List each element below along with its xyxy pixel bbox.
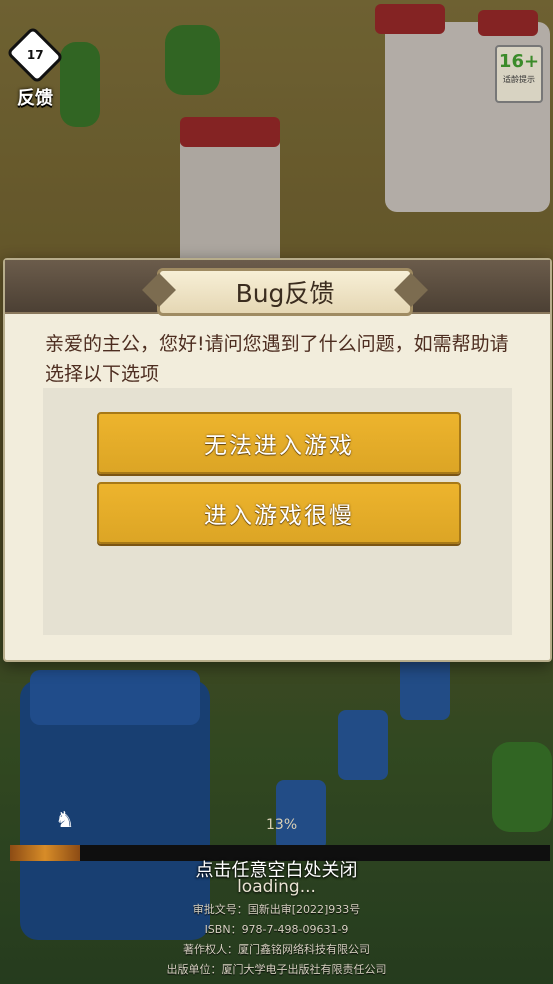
publisher: 出版单位：厦门大学电子出版社有限责任公司 [166,963,387,976]
cannot-enter-game-label: 无法进入游戏 [204,433,354,459]
loading-text: loading... [237,877,316,897]
loading-percent: 13% [266,817,298,833]
dialog-title: Bug反馈 [235,279,335,308]
title-plate: Bug反馈 [157,268,413,316]
age-rating-badge[interactable]: 16+ 适龄提示 [495,45,543,103]
options-panel: 无法进入游戏 进入游戏很慢 [43,388,512,635]
enter-game-slow-label: 进入游戏很慢 [204,503,354,529]
copyright-owner: 著作权人：厦门鑫铭网络科技有限公司 [183,943,370,956]
horse-icon: ♞ [55,808,75,833]
age-tip: 适龄提示 [503,75,535,84]
isbn: ISBN：978-7-498-09631-9 [204,923,349,936]
age-rating: 16+ [498,51,540,72]
dialog-message: 亲爱的主公，您好!请问您遇到了什么问题，如需帮助请选择以下选项 [45,333,509,385]
dialog-header: Bug反馈 [5,260,550,316]
bug-feedback-dialog: Bug反馈 亲爱的主公，您好!请问您遇到了什么问题，如需帮助请选择以下选项 无法… [3,258,552,662]
feedback-button[interactable]: 17 反馈 [6,26,64,110]
enter-game-slow-button[interactable]: 进入游戏很慢 [97,482,461,544]
cannot-enter-game-button[interactable]: 无法进入游戏 [97,412,461,474]
feedback-label: 反馈 [17,88,53,109]
approval-number: 审批文号：国新出审[2022]933号 [192,903,361,916]
